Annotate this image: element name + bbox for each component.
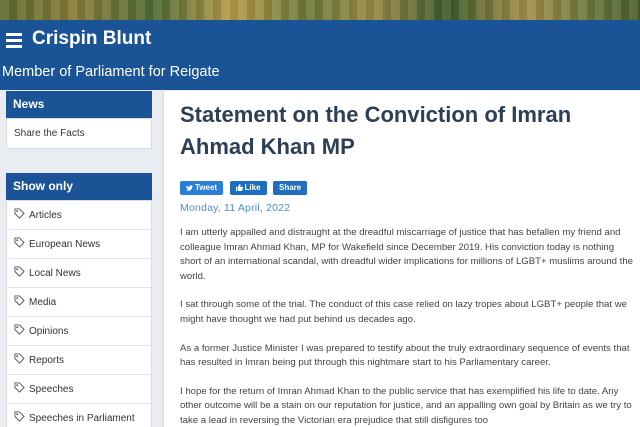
sidebar: News Share the Facts Show only Articles … xyxy=(6,91,152,427)
article-main: Statement on the Conviction of Imran Ahm… xyxy=(163,91,640,427)
tag-icon xyxy=(14,266,25,277)
share-buttons: Tweet Like Share xyxy=(180,177,309,195)
article-title: Statement on the Conviction of Imran Ahm… xyxy=(180,102,572,159)
sidebar-item-articles[interactable]: Articles xyxy=(7,201,151,230)
article-body: I am utterly appalled and distraught at … xyxy=(180,226,635,427)
sidebar-item-label: European News xyxy=(29,239,101,250)
sidebar-show-only-list: Articles European News Local News Media … xyxy=(6,200,152,427)
sidebar-item-label: Opinions xyxy=(29,326,69,337)
tag-icon xyxy=(14,411,25,422)
sidebar-item-label: Speeches xyxy=(29,384,74,395)
share-button[interactable]: Share xyxy=(273,181,308,195)
tag-icon xyxy=(14,237,25,248)
sidebar-news-heading: News xyxy=(6,91,152,118)
twitter-bird-icon xyxy=(186,185,193,191)
sidebar-item-european-news[interactable]: European News xyxy=(7,230,151,259)
like-button[interactable]: Like xyxy=(229,181,267,195)
article-paragraph: As a former Justice Minister I was prepa… xyxy=(180,342,630,369)
sidebar-item-label: Share the Facts xyxy=(14,128,85,139)
article-paragraph: I am utterly appalled and distraught at … xyxy=(180,227,633,282)
tag-icon xyxy=(14,353,25,364)
sidebar-item-speeches[interactable]: Speeches xyxy=(7,375,151,404)
sidebar-news-list: Share the Facts xyxy=(6,118,152,149)
sidebar-item-media[interactable]: Media xyxy=(7,288,151,317)
site-title[interactable]: Crispin Blunt xyxy=(32,28,151,50)
article-paragraph: I hope for the return of Imran Ahmad Kha… xyxy=(180,385,632,426)
like-label: Like xyxy=(244,183,261,192)
header-banner-image xyxy=(0,0,640,20)
tag-icon xyxy=(14,382,25,393)
tag-icon xyxy=(14,324,25,335)
sidebar-show-only-heading: Show only xyxy=(6,173,152,200)
sidebar-item-share-the-facts[interactable]: Share the Facts xyxy=(7,119,151,148)
site-subtitle: Member of Parliament for Reigate xyxy=(2,64,220,80)
site-header: Crispin Blunt Member of Parliament for R… xyxy=(0,20,640,90)
article-paragraph: I sat through some of the trial. The con… xyxy=(180,299,627,325)
sidebar-item-label: Reports xyxy=(29,355,65,366)
sidebar-item-speeches-in-parliament[interactable]: Speeches in Parliament xyxy=(7,404,151,427)
sidebar-item-label: Local News xyxy=(29,268,81,279)
sidebar-item-label: Speeches in Parliament xyxy=(29,413,135,424)
tweet-label: Tweet xyxy=(195,183,218,192)
tag-icon xyxy=(14,295,25,306)
hamburger-menu-icon[interactable] xyxy=(6,33,22,48)
thumbs-up-icon xyxy=(235,184,243,191)
sidebar-item-label: Media xyxy=(29,297,57,308)
article-date: Monday, 11 April, 2022 xyxy=(180,202,291,214)
tag-icon xyxy=(14,208,25,219)
sidebar-item-reports[interactable]: Reports xyxy=(7,346,151,375)
sidebar-item-label: Articles xyxy=(29,210,62,221)
tweet-button[interactable]: Tweet xyxy=(180,181,224,195)
sidebar-item-local-news[interactable]: Local News xyxy=(7,259,151,288)
sidebar-item-opinions[interactable]: Opinions xyxy=(7,317,151,346)
